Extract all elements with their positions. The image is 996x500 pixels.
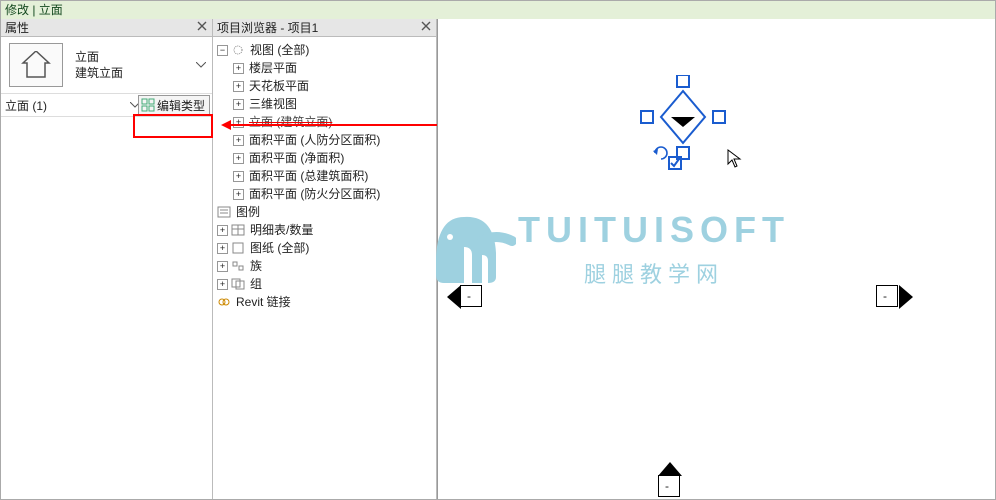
watermark: TUITUISOFT 腿腿教学网	[518, 209, 790, 289]
tree-node[interactable]: 面积平面 (净面积)	[233, 149, 434, 167]
close-icon[interactable]	[196, 20, 208, 32]
cursor-icon	[727, 149, 743, 172]
tree-node-sheets[interactable]: 图纸 (全部)	[217, 239, 434, 257]
properties-title: 属性	[5, 19, 29, 36]
elevation-marker-selected[interactable]: -	[633, 75, 741, 174]
watermark-text-top: TUITUISOFT	[518, 209, 790, 251]
instance-label: 立面 (1)	[5, 97, 47, 114]
expand-icon[interactable]	[233, 171, 244, 182]
tree-node-schedules[interactable]: 明细表/数量	[217, 221, 434, 239]
type-name: 立面	[75, 49, 123, 65]
tree-node[interactable]: 面积平面 (防火分区面积)	[233, 185, 434, 203]
schedule-icon	[231, 224, 245, 236]
type-selector[interactable]: 立面 建筑立面	[1, 37, 212, 94]
properties-panel: 属性 立面 建筑立面 立面 (1)	[1, 19, 213, 499]
tree-node[interactable]: 楼层平面	[233, 59, 434, 77]
expand-icon[interactable]	[217, 261, 228, 272]
expand-icon[interactable]	[233, 63, 244, 74]
expand-icon[interactable]	[217, 225, 228, 236]
tree-node-groups[interactable]: 组	[217, 275, 434, 293]
legend-icon	[217, 206, 231, 218]
type-family: 建筑立面	[75, 65, 123, 81]
instance-bar: 立面 (1) 编辑类型	[1, 94, 212, 117]
browser-title: 项目浏览器 - 项目1	[217, 19, 318, 36]
tree-node[interactable]: 天花板平面	[233, 77, 434, 95]
project-tree[interactable]: 视图 (全部) 楼层平面 天花板平面 三维视图 立面 (建筑立面) 面积平面 (…	[213, 37, 436, 315]
expand-icon[interactable]	[233, 99, 244, 110]
project-browser-panel: 项目浏览器 - 项目1 视图 (全部) 楼层平面	[213, 19, 437, 499]
expand-icon[interactable]	[217, 45, 228, 56]
browser-title-bar[interactable]: 项目浏览器 - 项目1	[213, 19, 436, 37]
elevation-marker-bottom[interactable]: -	[658, 475, 680, 497]
expand-icon[interactable]	[217, 243, 228, 254]
type-info: 立面 建筑立面	[75, 49, 123, 81]
sheet-icon	[231, 242, 245, 254]
menubar: 修改 | 立面	[1, 1, 995, 20]
views-icon	[231, 44, 245, 56]
drawing-canvas[interactable]: - TUITUISOFT 腿腿教学网	[437, 19, 995, 499]
elevation-marker-right[interactable]: -	[876, 285, 898, 307]
type-thumbnail	[9, 43, 63, 87]
elevation-marker-left[interactable]: -	[460, 285, 482, 307]
edit-type-label: 编辑类型	[157, 97, 205, 114]
edit-type-icon	[141, 98, 155, 112]
tree-label: 视图 (全部)	[248, 41, 311, 59]
edit-type-button[interactable]: 编辑类型	[138, 95, 210, 115]
tree-node-views[interactable]: 视图 (全部)	[217, 41, 434, 59]
link-icon	[217, 296, 231, 308]
expand-icon[interactable]	[233, 153, 244, 164]
tree-node-legends[interactable]: 图例	[217, 203, 434, 221]
family-icon	[231, 260, 245, 272]
group-icon	[231, 278, 245, 290]
properties-title-bar[interactable]: 属性	[1, 19, 212, 37]
menubar-title: 修改 | 立面	[5, 3, 63, 17]
tree-node[interactable]: 三维视图	[233, 95, 434, 113]
expand-icon[interactable]	[233, 135, 244, 146]
close-icon[interactable]	[420, 20, 432, 32]
watermark-text-sub: 腿腿教学网	[518, 257, 790, 289]
tree-node[interactable]: 面积平面 (人防分区面积)	[233, 131, 434, 149]
tree-node-families[interactable]: 族	[217, 257, 434, 275]
expand-icon[interactable]	[233, 81, 244, 92]
expand-icon[interactable]	[233, 189, 244, 200]
tree-node[interactable]: 面积平面 (总建筑面积)	[233, 167, 434, 185]
chevron-down-icon[interactable]	[196, 37, 206, 93]
tree-node-links[interactable]: Revit 链接	[217, 293, 434, 311]
tree-node-elevation[interactable]: 立面 (建筑立面)	[233, 113, 434, 131]
svg-text:-: -	[681, 113, 684, 124]
expand-icon[interactable]	[217, 279, 228, 290]
